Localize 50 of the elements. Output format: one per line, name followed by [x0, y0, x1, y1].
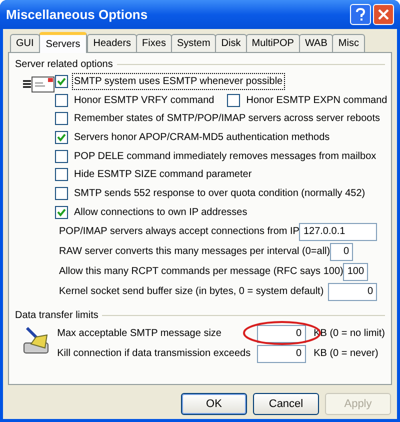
- field-label: Allow this many RCPT commands per message (RFC says 100): [59, 265, 344, 279]
- checkbox[interactable]: [55, 74, 68, 88]
- dialog-button[interactable]: Cancel: [253, 393, 319, 415]
- checkbox[interactable]: [55, 186, 68, 200]
- checkbox[interactable]: [55, 150, 68, 163]
- tab[interactable]: WAB: [298, 34, 334, 52]
- input-field[interactable]: 0: [328, 282, 377, 300]
- input-field[interactable]: 127.0.0.1: [299, 222, 377, 240]
- help-icon: [356, 8, 365, 21]
- checkbox-label: SMTP sends 552 response to over quota condition (normally 452): [73, 186, 366, 201]
- help-button[interactable]: [350, 4, 371, 25]
- checkbox-label: Allow connections to own IP addresses: [73, 206, 248, 220]
- tab[interactable]: Fixes: [136, 34, 172, 52]
- checkbox-label: Honor ESMTP EXPN command: [245, 94, 388, 108]
- checkbox-label: SMTP system uses ESMTP whenever possible: [73, 74, 284, 89]
- input-field[interactable]: 0: [256, 324, 306, 342]
- close-button[interactable]: [373, 4, 394, 25]
- dialog-button[interactable]: OK: [181, 393, 247, 415]
- checkbox-label: Remember states of SMTP/POP/IMAP servers across server reboots: [73, 112, 382, 126]
- tab[interactable]: Headers: [87, 34, 138, 52]
- checkbox-label: Honor ESMTP VRFY command: [73, 94, 216, 108]
- checkbox-label: Hide ESMTP SIZE command parameter: [73, 168, 253, 182]
- checkbox[interactable]: [55, 94, 68, 107]
- checkbox[interactable]: [55, 168, 68, 182]
- tab[interactable]: MultiPOP: [246, 34, 300, 52]
- unit-label: KB (0 = never): [314, 347, 380, 361]
- checkbox[interactable]: [227, 94, 240, 107]
- close-icon: [378, 9, 389, 20]
- tab[interactable]: Servers: [38, 32, 88, 53]
- tab[interactable]: GUI: [10, 34, 40, 52]
- field-label: RAW server converts this many messages per interval (0=all): [59, 245, 330, 259]
- window-title: Miscellaneous Options: [6, 6, 149, 24]
- input-field[interactable]: 0: [256, 344, 306, 362]
- tab[interactable]: Disk: [215, 34, 247, 52]
- checkbox-label: POP DELE command immediately removes messages from mailbox: [73, 150, 378, 164]
- checkbox[interactable]: [55, 130, 68, 144]
- tab[interactable]: System: [170, 34, 216, 52]
- checkbox[interactable]: [55, 206, 68, 219]
- field-label: POP/IMAP servers always accept connections from IP: [59, 225, 300, 239]
- checkbox-label: Servers honor APOP/CRAM-MD5 authentication methods: [73, 130, 331, 145]
- field-label: Kernel socket send buffer size (in bytes, 0 = system default): [59, 285, 324, 299]
- envelope-icon: [23, 75, 55, 93]
- group-title: Data transfer limits: [15, 308, 98, 322]
- field-label: Kill connection if data transmission exceeds: [57, 347, 252, 361]
- tab[interactable]: Misc: [332, 34, 365, 52]
- input-field[interactable]: 0: [330, 242, 353, 260]
- input-field[interactable]: 100: [343, 262, 368, 280]
- checkbox[interactable]: [55, 112, 68, 126]
- field-label: Max acceptable SMTP message size: [57, 327, 222, 341]
- group-title: Server related options: [15, 58, 113, 72]
